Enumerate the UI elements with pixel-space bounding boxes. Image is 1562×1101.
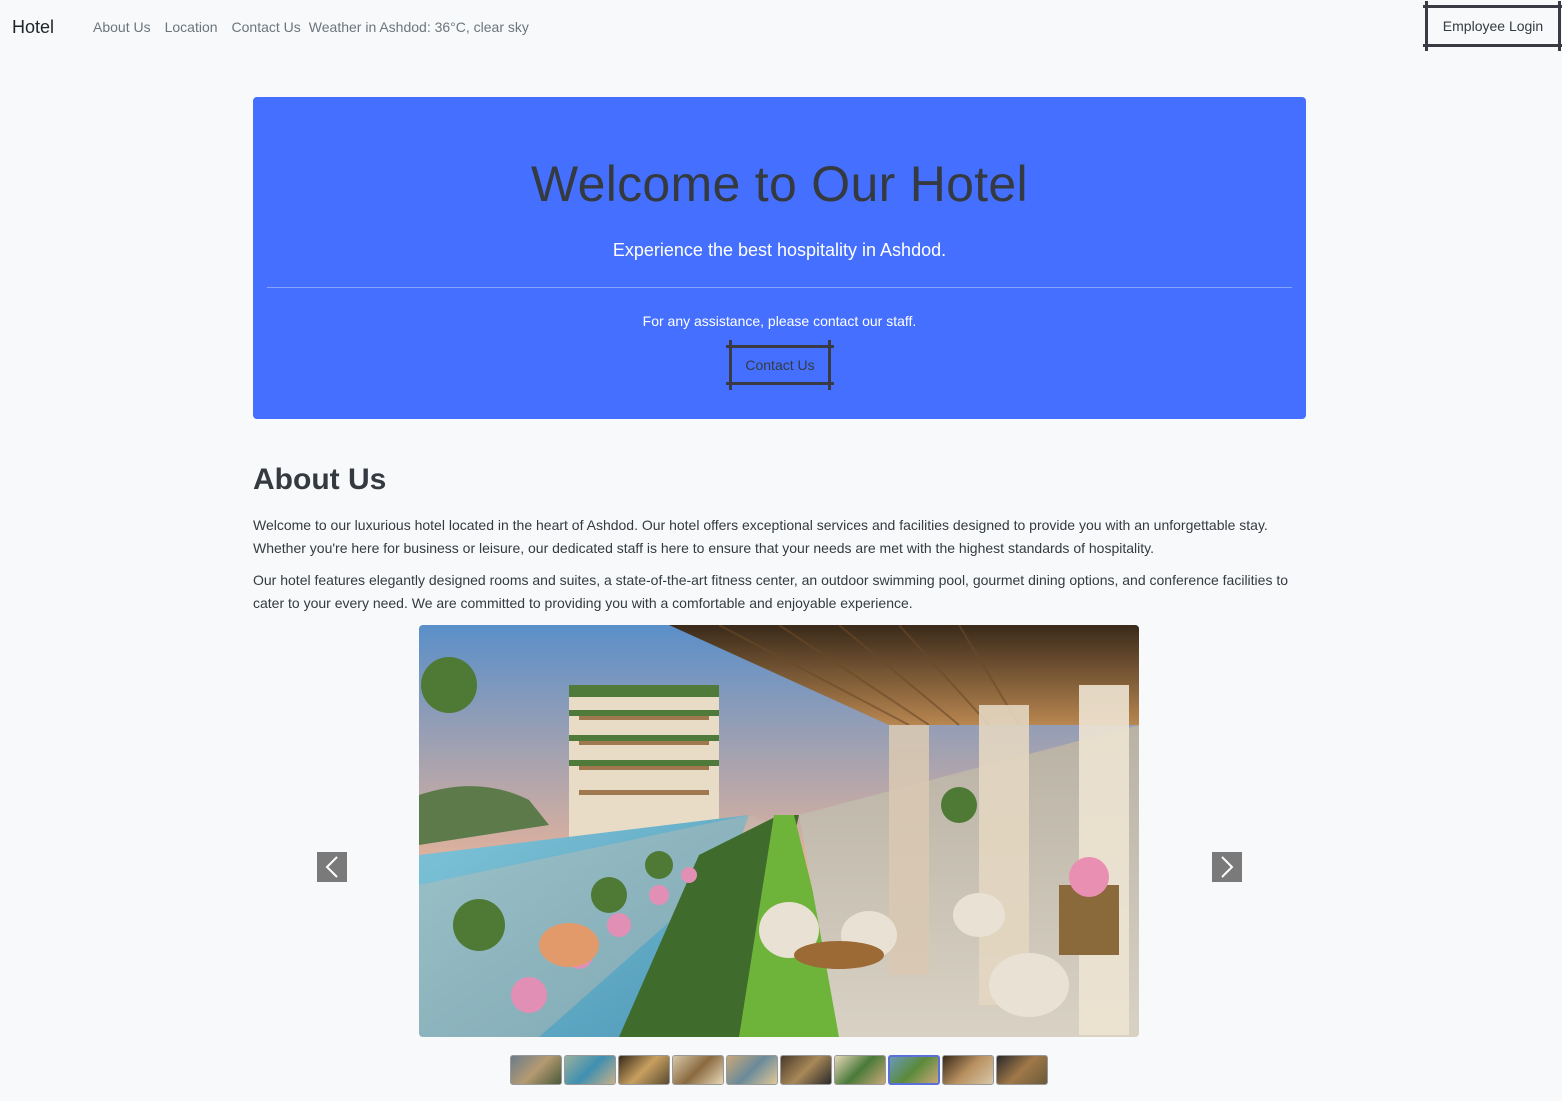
contact-us-label: Contact Us (745, 357, 815, 373)
hero-title: Welcome to Our Hotel (531, 156, 1028, 212)
nav-link-about[interactable]: About Us (86, 19, 158, 35)
carousel-prev-button[interactable] (317, 852, 347, 882)
weather-status: Weather in Ashdod: 36°C, clear sky (308, 19, 529, 35)
carousel-thumbnails (510, 1055, 1048, 1085)
carousel-image (419, 625, 1139, 1037)
carousel-thumbnail-active[interactable] (888, 1055, 940, 1085)
hero-note: For any assistance, please contact our s… (642, 313, 917, 329)
hero-divider (267, 287, 1292, 288)
carousel-next-button[interactable] (1212, 852, 1242, 882)
about-title: About Us (253, 463, 387, 496)
about-paragraph: Our hotel features elegantly designed ro… (253, 572, 1289, 611)
nav-link-location[interactable]: Location (158, 19, 225, 35)
chevron-left-icon (325, 856, 338, 878)
navbar: Hotel About Us Location Contact Us Weath… (0, 0, 1562, 56)
carousel-thumbnail[interactable] (942, 1055, 994, 1085)
contact-us-button[interactable]: Contact Us (726, 340, 834, 390)
hero-jumbotron: Welcome to Our Hotel Experience the best… (253, 97, 1306, 419)
carousel-thumbnail[interactable] (672, 1055, 724, 1085)
carousel-thumbnail[interactable] (780, 1055, 832, 1085)
about-paragraph: Welcome to our luxurious hotel located i… (253, 517, 1268, 556)
hero-lead: Experience the best hospitality in Ashdo… (612, 240, 947, 260)
carousel-thumbnail[interactable] (834, 1055, 886, 1085)
carousel-thumbnail[interactable] (996, 1055, 1048, 1085)
employee-login-label: Employee Login (1442, 18, 1544, 34)
carousel-thumbnail[interactable] (510, 1055, 562, 1085)
brand-logo[interactable]: Hotel (12, 17, 54, 38)
chevron-right-icon (1221, 856, 1234, 878)
carousel-thumbnail[interactable] (564, 1055, 616, 1085)
nav-link-contact[interactable]: Contact Us (225, 19, 308, 35)
carousel-thumbnail[interactable] (726, 1055, 778, 1085)
carousel-thumbnail[interactable] (618, 1055, 670, 1085)
employee-login-button[interactable]: Employee Login (1423, 1, 1562, 51)
nav-links: About Us Location Contact Us Weather in … (86, 19, 536, 35)
